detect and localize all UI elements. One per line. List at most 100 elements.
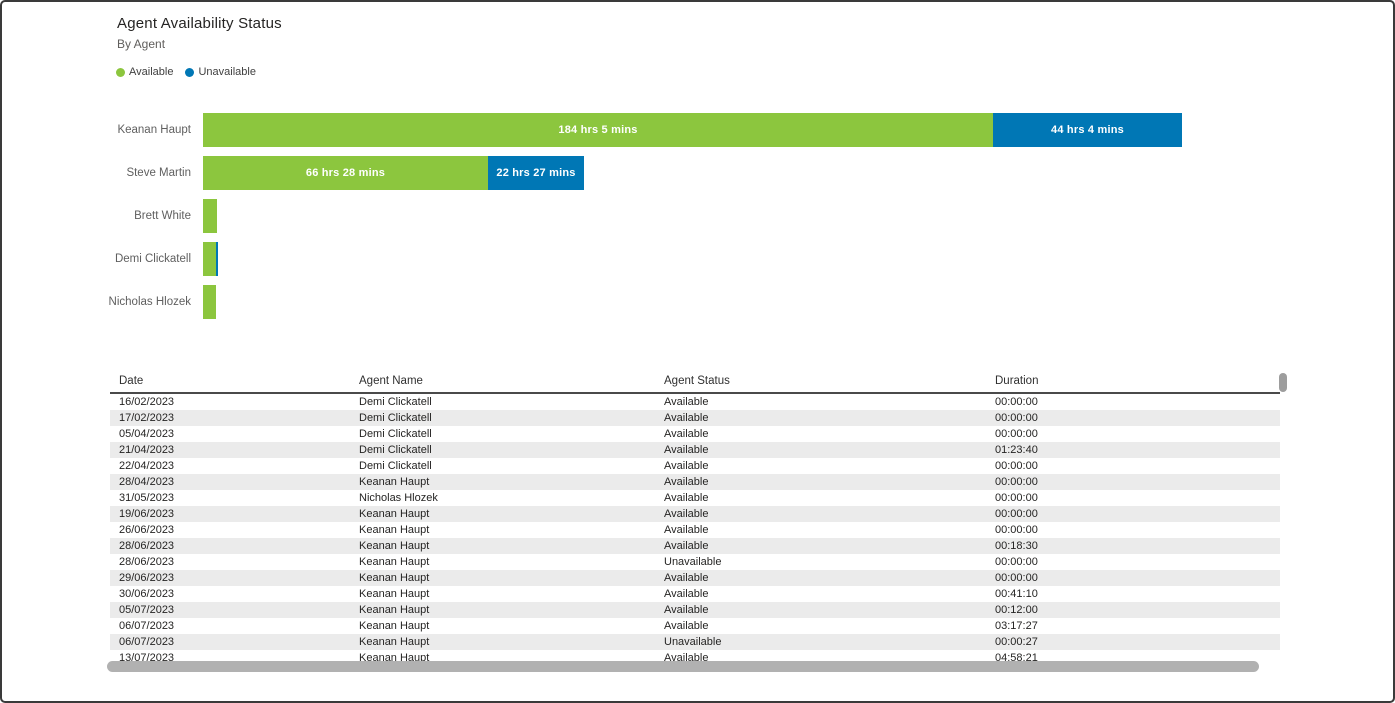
legend-item-label: Available	[129, 66, 173, 78]
table-cell: Demi Clickatell	[359, 394, 664, 410]
table-cell: 00:00:00	[995, 490, 1280, 506]
bar-segment-unavailable[interactable]: 22 hrs 27 mins	[488, 156, 584, 190]
bar-segment-available[interactable]: 184 hrs 5 mins	[203, 113, 993, 147]
table-row[interactable]: 29/06/2023Keanan HauptAvailable00:00:00	[110, 570, 1280, 586]
table-row[interactable]: 06/07/2023Keanan HauptAvailable03:17:27	[110, 618, 1280, 634]
legend-item-unavailable[interactable]: Unavailable	[185, 66, 255, 78]
page-title: Agent Availability Status	[117, 15, 282, 32]
table-cell: 31/05/2023	[119, 490, 359, 506]
table-cell: 19/06/2023	[119, 506, 359, 522]
column-header-agent-name: Agent Name	[359, 372, 664, 392]
table-cell: Available	[664, 394, 995, 410]
table-row[interactable]: 21/04/2023Demi ClickatellAvailable01:23:…	[110, 442, 1280, 458]
table-cell: 05/07/2023	[119, 602, 359, 618]
table-cell: Available	[664, 570, 995, 586]
table-cell: 00:18:30	[995, 538, 1280, 554]
table-cell: 17/02/2023	[119, 410, 359, 426]
column-header-duration: Duration	[995, 372, 1280, 392]
bar-segment-unavailable[interactable]: 44 hrs 4 mins	[993, 113, 1182, 147]
bar-value-label: 22 hrs 27 mins	[496, 167, 575, 179]
table-cell: Available	[664, 426, 995, 442]
vertical-scrollbar-thumb[interactable]	[1279, 373, 1287, 392]
bar-value-label: 44 hrs 4 mins	[1051, 124, 1124, 136]
table-cell: Available	[664, 506, 995, 522]
table-row[interactable]: 28/06/2023Keanan HauptUnavailable00:00:0…	[110, 554, 1280, 570]
table-cell: Available	[664, 490, 995, 506]
table-cell: Keanan Haupt	[359, 506, 664, 522]
table-cell: 00:00:00	[995, 522, 1280, 538]
bar-segment-unavailable[interactable]	[216, 242, 218, 276]
table-row[interactable]: 30/06/2023Keanan HauptAvailable00:41:10	[110, 586, 1280, 602]
chart-legend: Available Unavailable	[116, 66, 256, 78]
table-cell: Available	[664, 522, 995, 538]
chart-row: Keanan Haupt 184 hrs 5 mins 44 hrs 4 mins	[2, 113, 1182, 147]
table-cell: Available	[664, 442, 995, 458]
table-row[interactable]: 28/04/2023Keanan HauptAvailable00:00:00	[110, 474, 1280, 490]
table-cell: Unavailable	[664, 554, 995, 570]
table-row[interactable]: 16/02/2023Demi ClickatellAvailable00:00:…	[110, 394, 1280, 410]
chart-header: Agent Availability Status By Agent	[117, 15, 282, 51]
category-label: Keanan Haupt	[2, 113, 203, 147]
bar-segment-available[interactable]	[203, 285, 216, 319]
table-cell: 06/07/2023	[119, 634, 359, 650]
page-subtitle: By Agent	[117, 37, 282, 51]
table-cell: Available	[664, 586, 995, 602]
category-label: Nicholas Hlozek	[2, 285, 203, 319]
table-row[interactable]: 05/07/2023Keanan HauptAvailable00:12:00	[110, 602, 1280, 618]
legend-dot-icon	[116, 68, 125, 77]
table-cell: Keanan Haupt	[359, 474, 664, 490]
report-canvas: Agent Availability Status By Agent Avail…	[0, 0, 1395, 703]
table-cell: 28/04/2023	[119, 474, 359, 490]
bar-segment-available[interactable]: 66 hrs 28 mins	[203, 156, 488, 190]
table-row[interactable]: 22/04/2023Demi ClickatellAvailable00:00:…	[110, 458, 1280, 474]
table-cell: Nicholas Hlozek	[359, 490, 664, 506]
bar-value-label: 184 hrs 5 mins	[558, 124, 637, 136]
table-row[interactable]: 05/04/2023Demi ClickatellAvailable00:00:…	[110, 426, 1280, 442]
table-cell: Demi Clickatell	[359, 426, 664, 442]
table-cell: Keanan Haupt	[359, 634, 664, 650]
table-cell: 30/06/2023	[119, 586, 359, 602]
table-cell: Keanan Haupt	[359, 586, 664, 602]
category-label: Steve Martin	[2, 156, 203, 190]
availability-table: DateAgent NameAgent StatusDuration 16/02…	[110, 372, 1280, 670]
table-cell: 00:00:27	[995, 634, 1280, 650]
table-cell: 28/06/2023	[119, 538, 359, 554]
horizontal-scrollbar-thumb[interactable]	[107, 661, 1259, 672]
table-cell: Available	[664, 602, 995, 618]
table-cell: Keanan Haupt	[359, 554, 664, 570]
table-row[interactable]: 26/06/2023Keanan HauptAvailable00:00:00	[110, 522, 1280, 538]
table-cell: 29/06/2023	[119, 570, 359, 586]
table-cell: Keanan Haupt	[359, 522, 664, 538]
table-row[interactable]: 31/05/2023Nicholas HlozekAvailable00:00:…	[110, 490, 1280, 506]
bar-value-label: 66 hrs 28 mins	[306, 167, 385, 179]
table-cell: Keanan Haupt	[359, 538, 664, 554]
chart-row: Demi Clickatell	[2, 242, 218, 276]
table-row[interactable]: 28/06/2023Keanan HauptAvailable00:18:30	[110, 538, 1280, 554]
legend-item-available[interactable]: Available	[116, 66, 173, 78]
table-cell: Available	[664, 410, 995, 426]
table-cell: 03:17:27	[995, 618, 1280, 634]
table-cell: 00:00:00	[995, 474, 1280, 490]
table-cell: Demi Clickatell	[359, 458, 664, 474]
table-cell: Unavailable	[664, 634, 995, 650]
table-row[interactable]: 19/06/2023Keanan HauptAvailable00:00:00	[110, 506, 1280, 522]
table-cell: 28/06/2023	[119, 554, 359, 570]
table-cell: 22/04/2023	[119, 458, 359, 474]
legend-dot-icon	[185, 68, 194, 77]
table-row[interactable]: 06/07/2023Keanan HauptUnavailable00:00:2…	[110, 634, 1280, 650]
table-row[interactable]: 17/02/2023Demi ClickatellAvailable00:00:…	[110, 410, 1280, 426]
table-cell: 05/04/2023	[119, 426, 359, 442]
table-cell: 06/07/2023	[119, 618, 359, 634]
bar-segment-available[interactable]	[203, 242, 216, 276]
category-label: Brett White	[2, 199, 203, 233]
table-cell: 00:00:00	[995, 394, 1280, 410]
table-cell: Available	[664, 538, 995, 554]
table-cell: 16/02/2023	[119, 394, 359, 410]
table-cell: 00:00:00	[995, 426, 1280, 442]
table-cell: Available	[664, 458, 995, 474]
table-header-row: DateAgent NameAgent StatusDuration	[110, 372, 1280, 394]
table-cell: 00:00:00	[995, 410, 1280, 426]
table-cell: Keanan Haupt	[359, 570, 664, 586]
table-cell: 26/06/2023	[119, 522, 359, 538]
bar-segment-available[interactable]	[203, 199, 217, 233]
